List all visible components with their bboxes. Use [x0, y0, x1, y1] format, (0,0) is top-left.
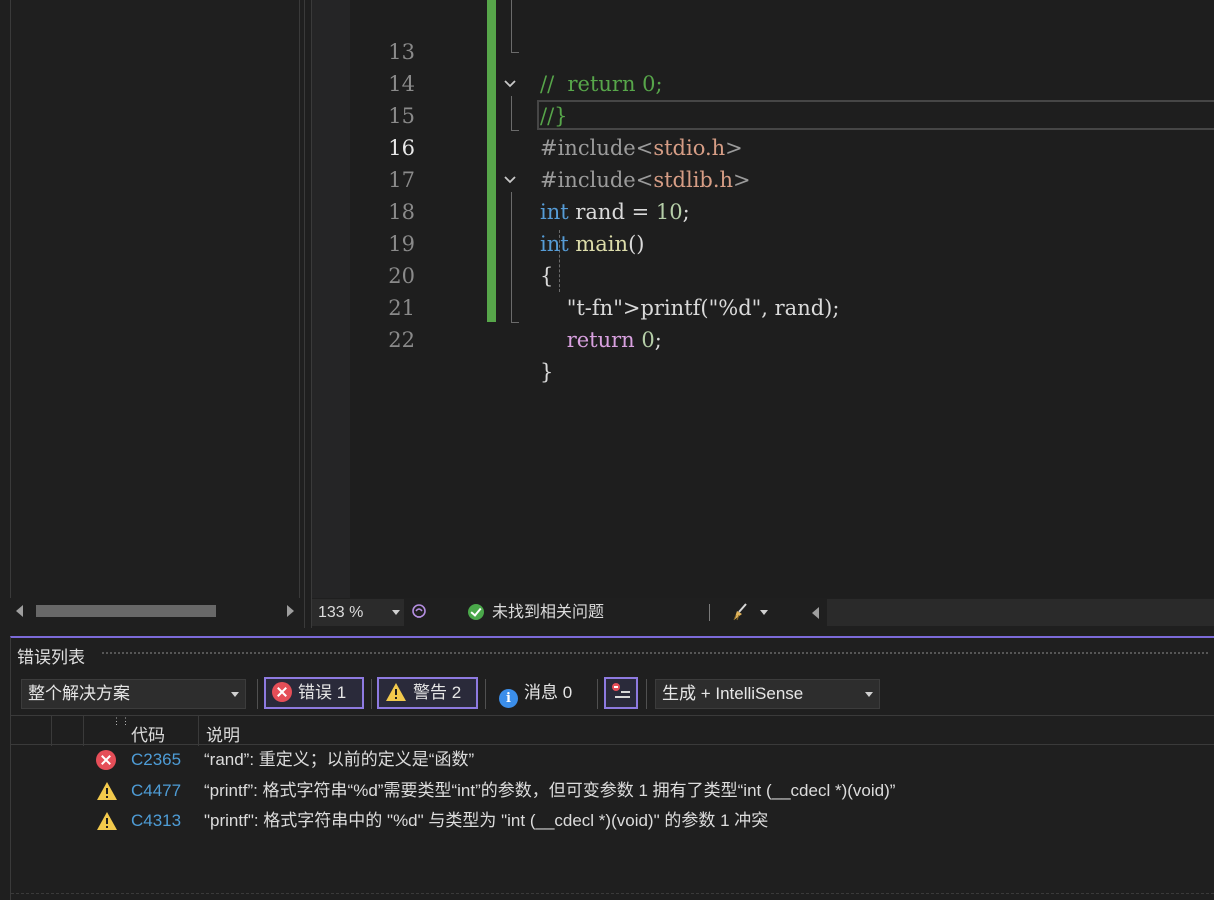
panel-bottom-border	[11, 893, 1214, 894]
error-description: “rand”: 重定义；以前的定义是“函数”	[204, 750, 475, 769]
code-line[interactable]: 22 }	[350, 292, 1214, 384]
filter-icon	[610, 683, 632, 702]
warning-icon	[385, 682, 407, 711]
scope-dropdown[interactable]: 整个解决方案	[21, 679, 246, 709]
warning-icon	[96, 811, 118, 841]
chevron-down-icon	[865, 692, 873, 697]
panel-drag-grip[interactable]	[101, 651, 1210, 656]
code-line[interactable]: 17 int rand = 10;	[350, 132, 1214, 224]
line-number: 22	[388, 328, 415, 352]
divider	[597, 679, 598, 709]
horizontal-scrollbar[interactable]	[827, 599, 1214, 626]
error-code-link[interactable]: C2365	[131, 745, 181, 775]
issues-status-text: 未找到相关问题	[492, 604, 605, 621]
error-code-link[interactable]: C4313	[131, 806, 181, 836]
filter-toggle-button[interactable]	[604, 677, 638, 709]
column-divider[interactable]	[51, 716, 52, 746]
code-line[interactable]: 13 // return 0;	[350, 4, 1214, 96]
code-editor[interactable]: 13 // return 0; 14 //} 15 #include<stdio…	[311, 0, 1214, 628]
divider	[257, 679, 258, 709]
divider	[709, 604, 710, 621]
intellicode-icon[interactable]	[410, 603, 428, 626]
divider	[371, 679, 372, 709]
error-list-table: ⋮⋮ 代码 说明 C2365 “rand”: 重定义；以前的定义是“函数” C4…	[11, 715, 1214, 837]
info-icon: i	[499, 689, 518, 708]
warnings-filter-button[interactable]: 警告 2	[377, 677, 478, 709]
scope-value: 整个解决方案	[28, 684, 130, 703]
column-divider[interactable]	[83, 716, 84, 746]
solution-explorer-tree[interactable]	[10, 0, 300, 598]
zoom-level: 133 %	[318, 604, 364, 621]
error-list-toolbar: 整个解决方案 错误 1 警告 2 i 消息 0 生成 + IntelliSense	[11, 675, 1214, 711]
code-line[interactable]: 16 #include<stdlib.h>	[350, 100, 1214, 192]
broom-icon[interactable]	[730, 602, 752, 627]
code-line[interactable]: 15 #include<stdio.h>	[350, 68, 1214, 160]
table-row[interactable]: C4313 "printf": 格式字符串中的 "%d" 与类型为 "int (…	[11, 806, 1214, 837]
editor-gutter	[312, 0, 350, 598]
solution-explorer-pane	[0, 0, 305, 628]
table-header: ⋮⋮ 代码 说明	[11, 715, 1214, 746]
chevron-down-icon[interactable]	[760, 610, 768, 615]
issues-indicator[interactable]: 未找到相关问题	[468, 599, 604, 626]
code-line[interactable]: 14 //}	[350, 36, 1214, 128]
error-icon	[96, 750, 116, 770]
line-text: return 0;	[566, 328, 662, 352]
messages-filter-button[interactable]: i 消息 0	[491, 677, 591, 709]
zoom-dropdown[interactable]: 133 %	[312, 599, 404, 626]
error-description: “printf”: 格式字符串“%d”需要类型“int”的参数，但可变参数 1 …	[204, 780, 896, 800]
panel-title: 错误列表	[17, 648, 85, 667]
line-text: }	[540, 360, 554, 384]
code-line[interactable]: 21 return 0;	[350, 260, 1214, 352]
error-code-link[interactable]: C4477	[131, 776, 181, 806]
divider	[485, 679, 486, 709]
error-description: "printf": 格式字符串中的 "%d" 与类型为 "int (__cdec…	[204, 811, 769, 830]
build-source-value: 生成 + IntelliSense	[662, 684, 804, 703]
chevron-down-icon	[231, 692, 239, 697]
error-icon	[272, 682, 292, 702]
column-divider[interactable]	[198, 716, 199, 746]
code-line[interactable]: 20 "t-fn">printf("%d", rand);	[350, 228, 1214, 320]
column-header-description[interactable]: 说明	[206, 721, 240, 746]
chevron-down-icon	[392, 610, 400, 615]
scroll-left-icon[interactable]	[812, 607, 819, 619]
check-circle-icon	[468, 604, 484, 620]
code-area[interactable]: 13 // return 0; 14 //} 15 #include<stdio…	[350, 0, 1214, 598]
table-row[interactable]: C2365 “rand”: 重定义；以前的定义是“函数”	[11, 745, 1214, 776]
editor-status-bar: 133 % 未找到相关问题	[312, 599, 1214, 626]
column-header-code[interactable]: 代码	[131, 721, 165, 746]
errors-filter-button[interactable]: 错误 1	[264, 677, 364, 709]
table-row[interactable]: C4477 “printf”: 格式字符串“%d”需要类型“int”的参数，但可…	[11, 776, 1214, 807]
sort-grip-icon[interactable]: ⋮⋮	[112, 717, 130, 726]
scrollbar-thumb[interactable]	[36, 605, 216, 617]
scroll-right-icon[interactable]	[287, 605, 294, 617]
divider	[646, 679, 647, 709]
scroll-left-icon[interactable]	[16, 605, 23, 617]
horizontal-scrollbar[interactable]	[10, 599, 300, 623]
build-source-dropdown[interactable]: 生成 + IntelliSense	[655, 679, 880, 709]
code-line[interactable]: 19 {	[350, 196, 1214, 288]
code-line[interactable]: 18 int main()	[350, 164, 1214, 256]
error-list-panel: 错误列表 整个解决方案 错误 1 警告 2 i 消息 0 生成 + Intell…	[10, 636, 1214, 900]
